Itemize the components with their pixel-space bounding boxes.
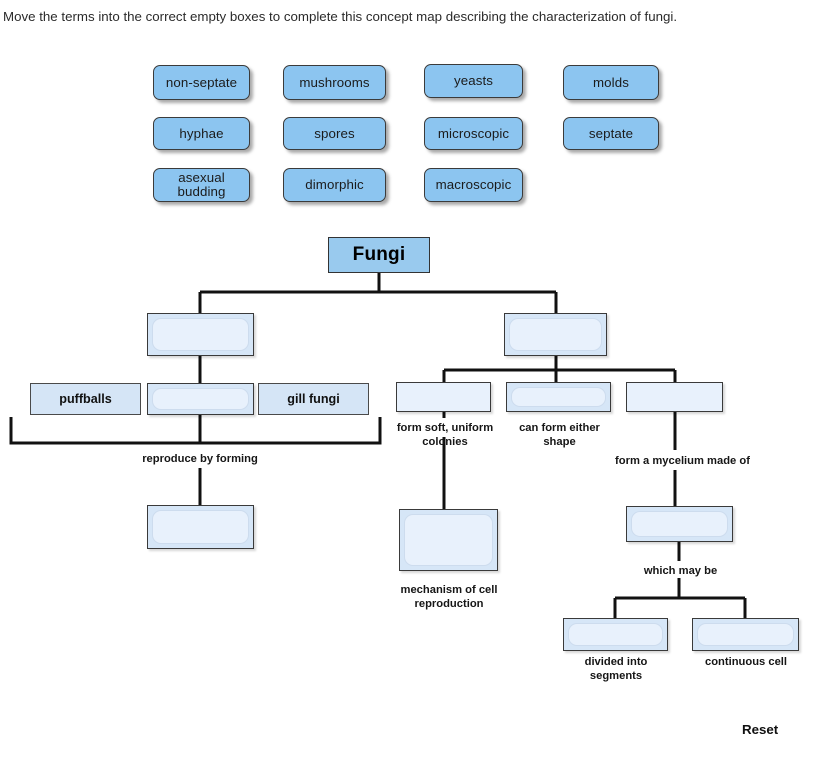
- drop-soft-uniform-colonies[interactable]: [396, 382, 491, 412]
- drop-mushroom-middle[interactable]: [147, 383, 254, 415]
- drop-divided-segments[interactable]: [563, 618, 668, 651]
- drop-slot[interactable]: [509, 318, 602, 351]
- caption-mycelium: form a mycelium made of: [615, 455, 750, 467]
- drop-left-branch-head[interactable]: [147, 313, 254, 356]
- drop-reproduce-by-forming[interactable]: [147, 505, 254, 549]
- drop-slot[interactable]: [631, 511, 728, 537]
- drop-slot[interactable]: [152, 388, 249, 410]
- node-fungi-label: Fungi: [352, 244, 406, 265]
- drop-slot[interactable]: [627, 383, 722, 411]
- caption-which-may-be: which may be: [643, 565, 718, 577]
- node-fungi-root: Fungi: [328, 237, 430, 273]
- drop-slot[interactable]: [397, 383, 490, 411]
- node-puffballs: puffballs: [30, 383, 141, 415]
- drop-right-branch-head[interactable]: [504, 313, 607, 356]
- caption-either-shape: can form either shape: [519, 422, 600, 448]
- caption-continuous-cell: continuous cell: [704, 656, 788, 668]
- drop-slot[interactable]: [152, 510, 249, 544]
- drop-slot[interactable]: [697, 623, 794, 646]
- drop-cell-reproduction[interactable]: [399, 509, 498, 571]
- reset-button[interactable]: Reset: [742, 722, 778, 737]
- node-label: gill fungi: [287, 392, 340, 406]
- caption-divided-segments: divided into segments: [584, 656, 648, 682]
- drop-slot[interactable]: [152, 318, 249, 351]
- drop-mycelium[interactable]: [626, 382, 723, 412]
- drop-slot[interactable]: [511, 387, 606, 407]
- node-gill-fungi: gill fungi: [258, 383, 369, 415]
- concept-map: Fungi puffballs gill fungi reproduce by f…: [0, 0, 818, 758]
- caption-soft-uniform: form soft, uniform colonies: [396, 422, 494, 448]
- drop-either-shape[interactable]: [506, 382, 611, 412]
- node-label: puffballs: [59, 392, 112, 406]
- caption-cell-reproduction: mechanism of cell reproduction: [400, 584, 498, 610]
- drop-continuous-cell[interactable]: [692, 618, 799, 651]
- drop-hyphae[interactable]: [626, 506, 733, 542]
- drop-slot[interactable]: [404, 514, 493, 566]
- drop-slot[interactable]: [568, 623, 663, 646]
- caption-reproduce-by-forming: reproduce by forming: [142, 453, 258, 465]
